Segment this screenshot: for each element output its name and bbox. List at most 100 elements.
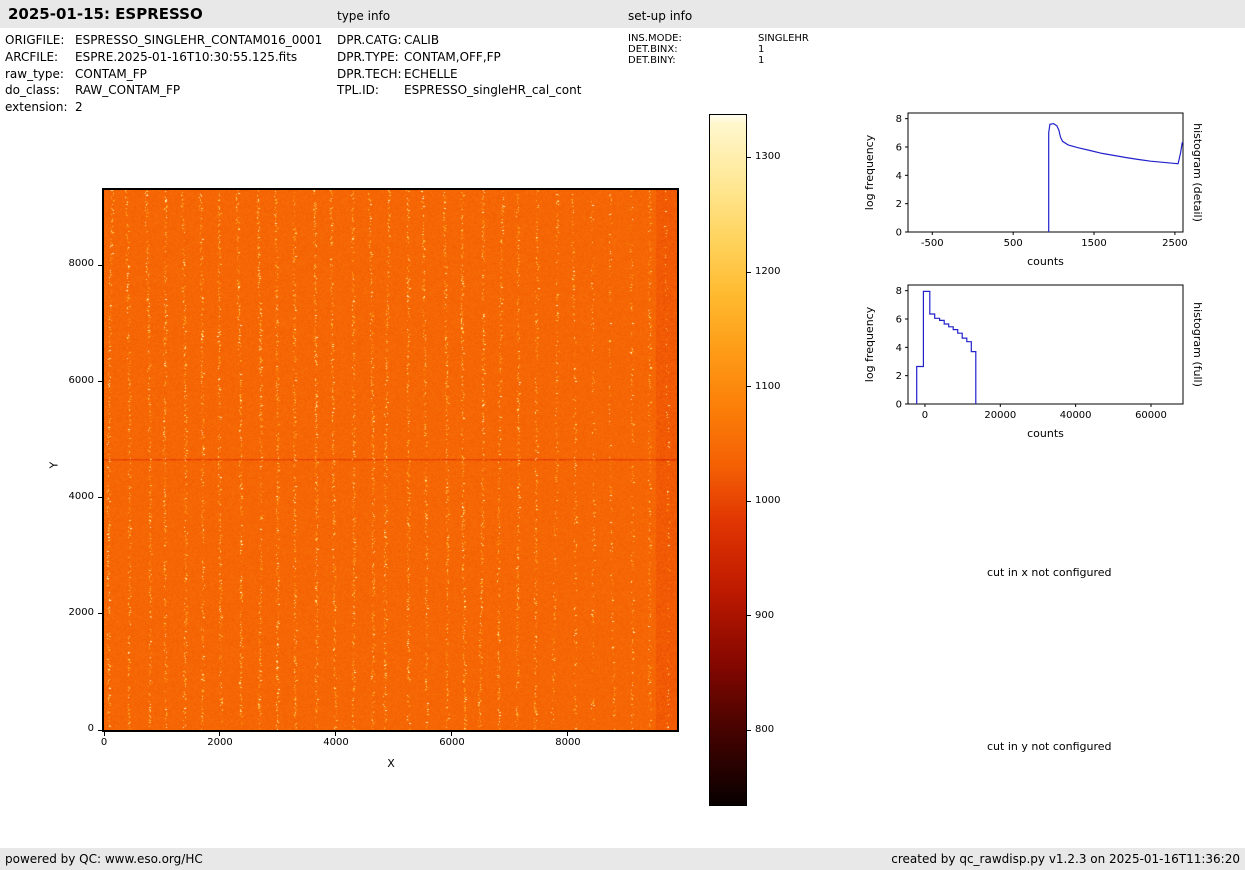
x-axis-tick — [103, 732, 105, 736]
metadata-value: ESPRESSO_SINGLEHR_CONTAM016_0001 — [75, 33, 323, 47]
histogram-title: histogram (detail) — [1191, 123, 1204, 222]
header-bar: 2025-01-15: ESPRESSO type info set-up in… — [0, 0, 1245, 28]
plot-frame — [907, 112, 1184, 233]
histogram-detail-plot: -500 500 1500 2500 0 2 4 6 8 counts log frequency h… — [860, 100, 1210, 285]
x-axis-tick — [567, 732, 569, 736]
x-axis-label: counts — [1027, 427, 1064, 440]
histogram-full-svg: 0 20000 40000 60000 0 2 4 6 8 counts log frequency… — [863, 284, 1204, 440]
x-axis-tick-label: 8000 — [555, 737, 581, 748]
x-axis-tick-label: 40000 — [1060, 410, 1092, 421]
x-axis-tick-label: 0 — [922, 410, 928, 421]
metadata-value: CALIB — [404, 33, 440, 47]
y-axis-tick-label: 0 — [896, 400, 902, 411]
y-axis-tick-label: 6 — [896, 315, 902, 326]
y-axis-tick — [98, 381, 102, 383]
qc-report-page: 2025-01-15: ESPRESSO type info set-up in… — [0, 0, 1245, 870]
metadata-label: raw_type: — [5, 66, 64, 81]
x-axis-tick-label: 4000 — [323, 737, 349, 748]
histogram-full-plot: 0 20000 40000 60000 0 2 4 6 8 counts log frequency… — [860, 272, 1210, 457]
metadata-label: DET.BINX: — [628, 44, 678, 55]
colorbar-tick — [747, 615, 751, 617]
x-axis-tick-label: 20000 — [984, 410, 1016, 421]
y-axis-tick-label: 6 — [896, 143, 902, 154]
plot-frame — [907, 284, 1184, 405]
x-axis-label: counts — [1027, 255, 1064, 268]
metadata-label: INS.MODE: — [628, 33, 682, 44]
colorbar-tick-label: 900 — [755, 609, 775, 621]
colorbar-tick — [747, 156, 751, 158]
histogram-line — [1048, 122, 1184, 232]
raw-image-canvas — [104, 190, 677, 730]
metadata-value: SINGLEHR — [758, 33, 809, 44]
colorbar-gradient — [709, 114, 747, 806]
colorbar-tick — [747, 500, 751, 502]
metadata-value: ESPRE.2025-01-16T10:30:55.125.fits — [75, 49, 298, 64]
y-axis-tick-label: 8 — [896, 114, 902, 125]
cut-y-message: cut in y not configured — [987, 740, 1112, 753]
colorbar-tick — [747, 271, 751, 273]
metadata-label: DET.BINY: — [628, 55, 676, 66]
colorbar-tick-label: 1100 — [755, 380, 781, 392]
metadata-label: ORIGFILE: — [5, 33, 65, 47]
metadata-label: do_class: — [5, 83, 60, 98]
x-axis-tick-label: 500 — [1004, 238, 1023, 249]
colorbar-tick-label: 1000 — [755, 495, 781, 507]
y-axis-tick-label: 0 — [87, 723, 94, 734]
metadata-label: DPR.TECH: — [337, 66, 402, 81]
y-axis-tick-label: 2000 — [68, 606, 94, 618]
histogram-line — [916, 290, 977, 404]
metadata-value: ESPRESSO_singleHR_cal_cont — [404, 83, 582, 98]
colorbar-tick-label: 1200 — [755, 266, 781, 278]
y-axis-label: Y — [47, 461, 61, 469]
colorbar-tick-label: 800 — [755, 724, 775, 736]
colorbar-tick — [747, 729, 751, 731]
y-axis-tick-label: 2 — [896, 199, 902, 210]
x-axis-tick-label: 1500 — [1081, 238, 1106, 249]
metadata-label: TPL.ID: — [337, 83, 379, 98]
footer-left-text: powered by QC: www.eso.org/HC — [5, 852, 203, 866]
y-axis-tick-label: 0 — [896, 228, 902, 239]
metadata-value: 1 — [758, 44, 765, 55]
setup-info-heading: set-up info — [628, 9, 693, 23]
x-axis-tick-label: 0 — [100, 737, 108, 748]
metadata-value: CONTAM_FP — [75, 66, 147, 81]
footer-bar: powered by QC: www.eso.org/HC created by… — [0, 848, 1245, 870]
type-info-heading: type info — [337, 9, 391, 23]
y-axis-label: log frequency — [863, 306, 876, 382]
y-axis-tick-label: 4 — [896, 171, 902, 182]
footer-right-text: created by qc_rawdisp.py v1.2.3 on 2025-… — [891, 852, 1240, 866]
x-axis-tick — [219, 732, 221, 736]
metadata-value: RAW_CONTAM_FP — [75, 83, 181, 98]
y-axis-tick — [98, 613, 102, 615]
metadata-value: ECHELLE — [404, 66, 458, 81]
x-axis-tick — [451, 732, 453, 736]
metadata-label: ARCFILE: — [5, 49, 59, 64]
y-axis-tick-label: 2 — [896, 371, 902, 382]
y-axis-label: log frequency — [863, 134, 876, 210]
page-title: 2025-01-15: ESPRESSO — [8, 5, 203, 23]
y-axis-tick-label: 6000 — [68, 374, 94, 386]
metadata-label: DPR.CATG: — [337, 33, 402, 47]
x-axis-tick-label: 6000 — [439, 737, 465, 748]
y-axis-tick — [98, 729, 102, 731]
x-axis-tick-label: 2500 — [1162, 238, 1187, 249]
x-axis-tick-label: -500 — [921, 238, 944, 249]
x-axis-tick — [335, 732, 337, 736]
cut-x-message: cut in x not configured — [987, 566, 1112, 579]
x-axis-label: X — [387, 757, 395, 770]
metadata-label: extension: — [5, 100, 68, 115]
metadata-value: CONTAM,OFF,FP — [404, 49, 501, 64]
x-axis-tick-label: 60000 — [1135, 410, 1167, 421]
colorbar-tick-label: 1300 — [755, 151, 781, 163]
histogram-title: histogram (full) — [1191, 302, 1204, 387]
metadata-value: 1 — [758, 55, 765, 66]
metadata-value: 2 — [75, 100, 83, 115]
y-axis-tick — [98, 264, 102, 266]
raw-image-frame — [102, 188, 679, 732]
y-axis-tick — [98, 497, 102, 499]
y-axis-tick-label: 8 — [896, 286, 902, 297]
colorbar-tick — [747, 386, 751, 388]
x-axis-tick-label: 2000 — [207, 737, 233, 748]
metadata-label: DPR.TYPE: — [337, 49, 399, 64]
y-axis-tick-label: 4000 — [68, 490, 94, 502]
